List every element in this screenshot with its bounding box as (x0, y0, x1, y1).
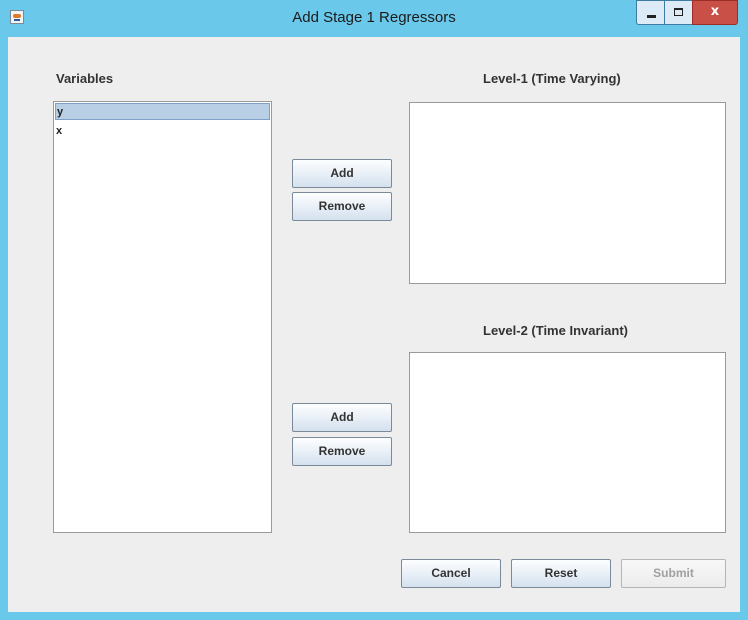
level1-add-button[interactable]: Add (292, 159, 392, 188)
minimize-button[interactable] (636, 0, 664, 25)
level1-list[interactable] (409, 102, 726, 284)
submit-button[interactable]: Submit (621, 559, 726, 588)
reset-button[interactable]: Reset (511, 559, 611, 588)
window-controls: x (636, 0, 738, 25)
variable-item-y[interactable]: y (55, 103, 270, 120)
dialog-window: Add Stage 1 Regressors x Variables y x L… (0, 0, 748, 620)
maximize-button[interactable] (664, 0, 692, 25)
level2-list[interactable] (409, 352, 726, 533)
title-bar[interactable]: Add Stage 1 Regressors x (0, 0, 748, 37)
variable-item-x[interactable]: x (55, 123, 270, 140)
level2-remove-button[interactable]: Remove (292, 437, 392, 466)
close-icon: x (710, 4, 720, 19)
variables-list[interactable]: y x (53, 101, 272, 533)
maximize-icon (674, 8, 683, 16)
minimize-icon (647, 15, 656, 18)
level2-add-button[interactable]: Add (292, 403, 392, 432)
level2-heading: Level-2 (Time Invariant) (483, 323, 628, 338)
dialog-content: Variables y x Level-1 (Time Varying) Add… (8, 37, 740, 612)
level1-heading: Level-1 (Time Varying) (483, 71, 621, 86)
close-button[interactable]: x (692, 0, 738, 25)
cancel-button[interactable]: Cancel (401, 559, 501, 588)
level1-remove-button[interactable]: Remove (292, 192, 392, 221)
variables-heading: Variables (56, 71, 114, 86)
